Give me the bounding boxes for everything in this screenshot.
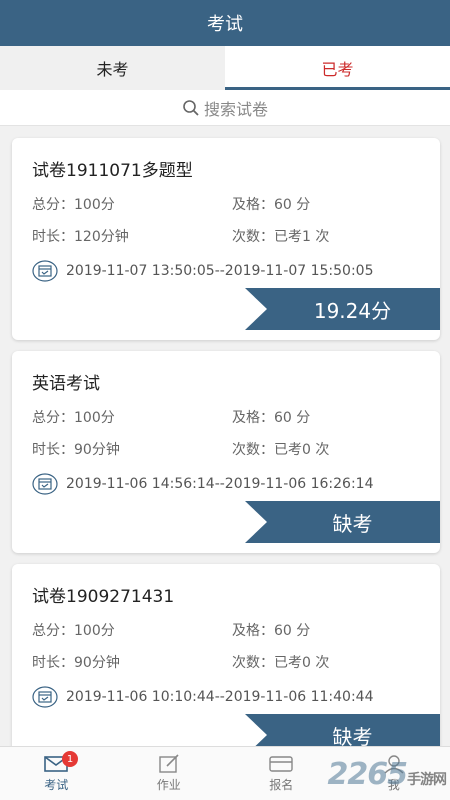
nav-homework[interactable]: 作业: [113, 747, 226, 800]
exam-total: 总分：100分: [32, 410, 115, 426]
exam-result-badge: 缺考: [245, 501, 440, 543]
exam-duration: 时长：90分钟: [32, 442, 120, 458]
exam-duration: 时长：90分钟: [32, 655, 120, 671]
exam-info-row: 时长：90分钟 次数：已考0 次: [32, 652, 329, 672]
nav-signup[interactable]: 报名: [225, 747, 338, 800]
exam-time: 2019-11-06 14:56:14--2019-11-06 16:26:14: [66, 476, 374, 492]
nav-signup-label: 报名: [269, 778, 294, 792]
exam-result-badge: 19.24分: [245, 288, 440, 330]
exam-info-row: 时长：120分钟 次数：已考1 次: [32, 226, 329, 246]
search-bar[interactable]: 搜索试卷: [0, 90, 450, 126]
tab-bar: 未考 已考: [0, 46, 450, 90]
calendar-icon: [32, 686, 58, 708]
exam-total: 总分：100分: [32, 623, 115, 639]
exam-score-row: 总分：100分 及格：60 分: [32, 194, 310, 214]
exam-card[interactable]: 试卷1911071多题型 总分：100分 及格：60 分 时长：120分钟 次数…: [12, 138, 440, 340]
exam-result-badge: 缺考: [245, 714, 440, 746]
exam-time-row: 2019-11-06 10:10:44--2019-11-06 11:40:44: [32, 686, 373, 708]
exam-time-row: 2019-11-07 13:50:05--2019-11-07 15:50:05: [32, 260, 373, 282]
watermark-logo: 2265手游网: [327, 757, 448, 792]
search-icon: [183, 99, 199, 116]
search-placeholder: 搜索试卷: [203, 99, 268, 119]
exam-info-row: 时长：90分钟 次数：已考0 次: [32, 439, 329, 459]
nav-exam-label: 考试: [44, 778, 69, 792]
exam-time: 2019-11-07 13:50:05--2019-11-07 15:50:05: [66, 263, 374, 279]
tab-not-taken[interactable]: 未考: [0, 46, 225, 90]
exam-attempts: 次数：已考0 次: [232, 655, 330, 671]
nav-exam[interactable]: 考试 1: [0, 747, 113, 800]
calendar-icon: [32, 473, 58, 495]
exam-card[interactable]: 英语考试 总分：100分 及格：60 分 时长：90分钟 次数：已考0 次 20…: [12, 351, 440, 553]
exam-duration: 时长：120分钟: [32, 229, 129, 245]
exam-title: 试卷1909271431: [32, 587, 175, 607]
notification-badge: 1: [62, 751, 78, 767]
page-title: 考试: [0, 0, 450, 46]
exam-time-row: 2019-11-06 14:56:14--2019-11-06 16:26:14: [32, 473, 373, 495]
exam-attempts: 次数：已考1 次: [232, 229, 330, 245]
edit-icon: [159, 754, 179, 773]
exam-title: 试卷1911071多题型: [32, 161, 193, 181]
exam-pass: 及格：60 分: [232, 623, 311, 639]
exam-title: 英语考试: [32, 374, 100, 394]
card-icon: [269, 756, 293, 772]
exam-time: 2019-11-06 10:10:44--2019-11-06 11:40:44: [66, 689, 374, 705]
exam-score-row: 总分：100分 及格：60 分: [32, 407, 310, 427]
calendar-icon: [32, 260, 58, 282]
tab-taken[interactable]: 已考: [225, 46, 450, 90]
nav-homework-label: 作业: [156, 778, 181, 792]
exam-list[interactable]: 试卷1911071多题型 总分：100分 及格：60 分 时长：120分钟 次数…: [0, 126, 450, 746]
exam-card[interactable]: 试卷1909271431 总分：100分 及格：60 分 时长：90分钟 次数：…: [12, 564, 440, 746]
exam-score-row: 总分：100分 及格：60 分: [32, 620, 310, 640]
exam-pass: 及格：60 分: [232, 197, 311, 213]
exam-attempts: 次数：已考0 次: [232, 442, 330, 458]
exam-total: 总分：100分: [32, 197, 115, 213]
exam-pass: 及格：60 分: [232, 410, 311, 426]
